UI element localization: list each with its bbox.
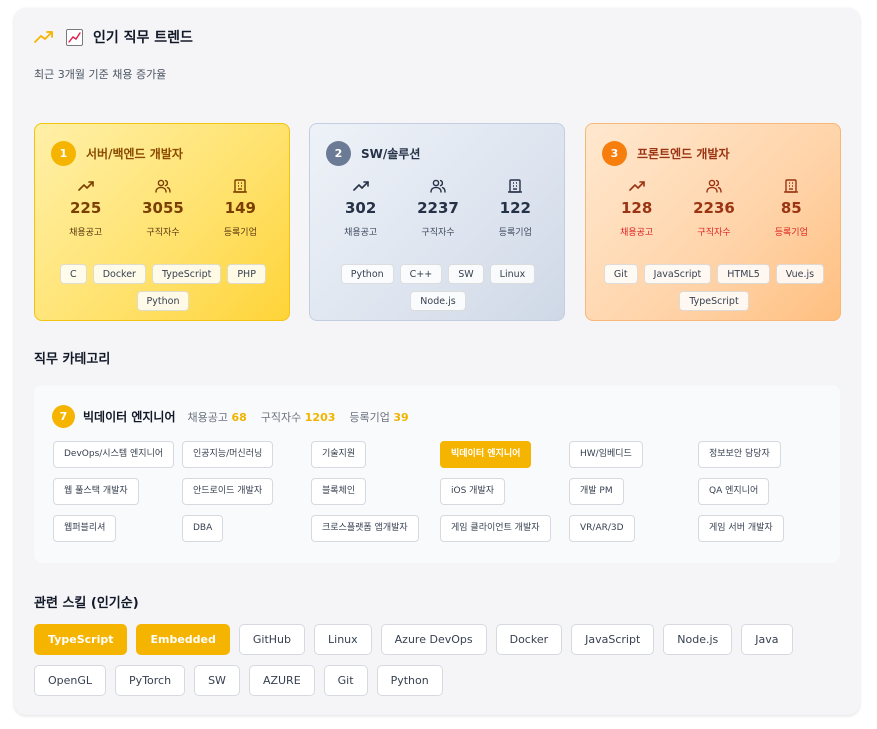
building-icon: [233, 179, 248, 193]
skill-chip-highlighted[interactable]: Embedded: [136, 624, 230, 655]
skills-list: TypeScript Embedded GitHub Linux Azure D…: [34, 624, 844, 696]
job-title: 서버/백엔드 개발자: [86, 147, 183, 161]
skill-tags: Python C++ SW Linux Node.js: [322, 264, 554, 311]
stat-postings: 302 채용공고: [326, 179, 396, 238]
categories-title: 직무 카테고리: [34, 352, 111, 367]
rank-badge: 3: [602, 141, 627, 166]
users-icon: [155, 179, 171, 193]
category-chip[interactable]: 인공지능/머신러닝: [182, 441, 274, 468]
category-chip[interactable]: 크로스플랫폼 앱개발자: [311, 515, 419, 542]
category-chip[interactable]: VR/AR/3D: [569, 515, 635, 542]
skill-chip[interactable]: Azure DevOps: [380, 624, 487, 655]
skill-tag[interactable]: Python: [136, 291, 190, 311]
category-chip[interactable]: HW/임베디드: [569, 441, 643, 468]
category-chip[interactable]: 기술지원: [311, 441, 367, 468]
skill-chip[interactable]: Linux: [314, 624, 372, 655]
job-title: 프론트엔드 개발자: [637, 147, 730, 161]
trending-up-icon: [77, 181, 94, 191]
job-stats: 128 채용공고 2236 구직자수 85 등록기업: [598, 179, 830, 238]
trending-up-icon: [34, 31, 53, 43]
users-icon: [706, 179, 722, 193]
stat-seekers: 2236 구직자수: [679, 179, 749, 238]
skill-tag[interactable]: C: [60, 264, 87, 284]
skill-tag[interactable]: PHP: [227, 264, 266, 284]
category-chip[interactable]: 안드로이드 개발자: [182, 478, 274, 505]
skill-tag[interactable]: Docker: [92, 264, 146, 284]
skill-chip[interactable]: GitHub: [238, 624, 306, 655]
skill-chip[interactable]: PyTorch: [115, 665, 186, 696]
skills-title: 관련 스킬 (인기순): [34, 596, 139, 611]
job-stats: 302 채용공고 2237 구직자수 122 등록기업: [322, 179, 554, 238]
skill-tags: C Docker TypeScript PHP Python: [47, 264, 279, 311]
skill-chip[interactable]: SW: [194, 665, 240, 696]
category-chip[interactable]: 블록체인: [311, 478, 367, 505]
skill-tag[interactable]: JavaScript: [643, 264, 712, 284]
selected-category-summary: 7 빅데이터 엔지니어 채용공고 68 구직자수 1203 등록기업 39: [52, 405, 415, 428]
category-chip[interactable]: DevOps/시스템 엔지니어: [53, 441, 175, 468]
skill-chip[interactable]: Java: [741, 624, 793, 655]
category-chip[interactable]: iOS 개발자: [440, 478, 505, 505]
skill-tag[interactable]: Python: [340, 264, 394, 284]
skill-chip[interactable]: AZURE: [248, 665, 315, 696]
stat-seekers: 3055 구직자수: [128, 179, 198, 238]
stat-postings: 128 채용공고: [602, 179, 672, 238]
skill-chip[interactable]: OpenGL: [34, 665, 107, 696]
page-subtitle: 최근 3개월 기준 채용 증가율: [34, 68, 167, 81]
job-title: SW/솔루션: [361, 147, 421, 161]
skill-chip[interactable]: Docker: [495, 624, 563, 655]
skill-tag[interactable]: HTML5: [717, 264, 770, 284]
category-chip[interactable]: DBA: [182, 515, 224, 542]
category-grid: DevOps/시스템 엔지니어 인공지능/머신러닝 기술지원 빅데이터 엔지니어…: [53, 441, 843, 542]
category-chip[interactable]: 개발 PM: [569, 478, 624, 505]
stat-seekers: 구직자수 1203: [260, 410, 336, 424]
rank-badge: 2: [326, 141, 351, 166]
category-chip[interactable]: 정보보안 담당자: [698, 441, 781, 468]
category-chip[interactable]: 웹퍼블리셔: [53, 515, 117, 542]
top-job-card-1[interactable]: 1 서버/백엔드 개발자 225 채용공고 3055 구직자수 149 등록기업…: [34, 123, 290, 321]
top-job-card-2[interactable]: 2 SW/솔루션 302 채용공고 2237 구직자수 122 등록기업 Pyt…: [309, 123, 565, 321]
category-chip[interactable]: QA 엔지니어: [698, 478, 770, 505]
stat-companies: 122 등록기업: [480, 179, 550, 238]
rank-badge: 1: [51, 141, 76, 166]
skill-chip[interactable]: Node.js: [663, 624, 733, 655]
stat-postings: 채용공고 68: [187, 410, 247, 424]
building-icon: [508, 179, 523, 193]
job-stats: 225 채용공고 3055 구직자수 149 등록기업: [47, 179, 279, 238]
skill-chip[interactable]: Python: [376, 665, 443, 696]
skill-tag[interactable]: Node.js: [410, 291, 466, 311]
selected-category-name: 빅데이터 엔지니어: [83, 410, 176, 424]
trending-up-icon: [352, 181, 369, 191]
chart-emoji-icon: [66, 28, 83, 46]
stat-companies: 149 등록기업: [205, 179, 275, 238]
skill-tags: Git JavaScript HTML5 Vue.js TypeScript: [598, 264, 830, 311]
skill-tag[interactable]: Vue.js: [775, 264, 825, 284]
skill-chip[interactable]: Git: [323, 665, 368, 696]
skill-chip-highlighted[interactable]: TypeScript: [34, 624, 128, 655]
skill-tag[interactable]: TypeScript: [151, 264, 222, 284]
stat-seekers: 2237 구직자수: [403, 179, 473, 238]
category-chip[interactable]: 게임 클라이언트 개발자: [440, 515, 551, 542]
skill-tag[interactable]: TypeScript: [679, 291, 749, 311]
skill-tag[interactable]: C++: [399, 264, 443, 284]
stat-postings: 225 채용공고: [51, 179, 121, 238]
building-icon: [784, 179, 799, 193]
rank-badge: 7: [52, 405, 75, 428]
category-chip[interactable]: 웹 풀스택 개발자: [53, 478, 139, 505]
category-chip[interactable]: 게임 서버 개발자: [698, 515, 784, 542]
trending-up-icon: [628, 181, 645, 191]
users-icon: [430, 179, 446, 193]
skill-tag[interactable]: SW: [448, 264, 484, 284]
stat-companies: 85 등록기업: [756, 179, 826, 238]
skill-tag[interactable]: Linux: [489, 264, 536, 284]
skill-tag[interactable]: Git: [603, 264, 638, 284]
top-job-card-3[interactable]: 3 프론트엔드 개발자 128 채용공고 2236 구직자수 85 등록기업 G…: [585, 123, 841, 321]
stat-companies: 등록기업 39: [349, 410, 409, 424]
page-title: 인기 직무 트렌드: [93, 30, 193, 46]
panel-header: 인기 직무 트렌드: [34, 27, 193, 47]
trend-panel: 인기 직무 트렌드 최근 3개월 기준 채용 증가율 1 서버/백엔드 개발자 …: [14, 8, 860, 715]
category-box: 7 빅데이터 엔지니어 채용공고 68 구직자수 1203 등록기업 39 De…: [34, 385, 840, 563]
skill-chip[interactable]: JavaScript: [571, 624, 655, 655]
category-chip-active[interactable]: 빅데이터 엔지니어: [440, 441, 532, 468]
